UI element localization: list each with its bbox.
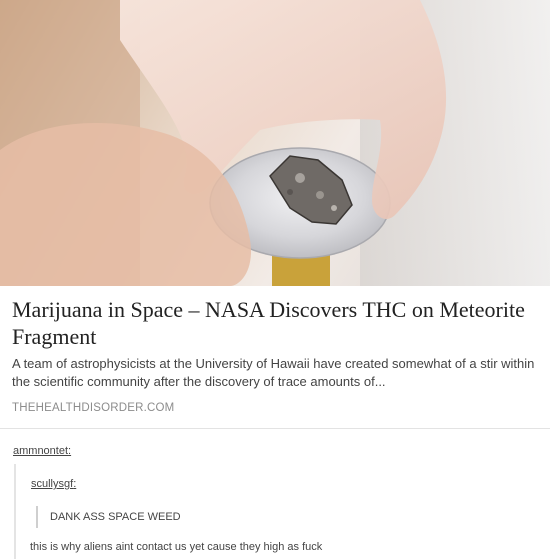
thread-indent-line (14, 464, 16, 559)
reblog-username[interactable]: scullysgf (31, 478, 73, 490)
reblog-user-link[interactable]: ammnontet: (13, 445, 71, 457)
link-card-description: A team of astrophysicists at the Univers… (12, 356, 535, 389)
reblog-username[interactable]: ammnontet (13, 445, 68, 457)
link-card-title[interactable]: Marijuana in Space – NASA Discovers THC … (12, 296, 532, 350)
quote-bar (36, 506, 38, 528)
reblog-user-link[interactable]: scullysgf: (31, 478, 76, 490)
quoted-comment: DANK ASS SPACE WEED (50, 511, 181, 523)
link-card[interactable]: Marijuana in Space – NASA Discovers THC … (0, 0, 550, 429)
meteorite-photo (0, 0, 550, 286)
reblog-comment: this is why aliens aint contact us yet c… (30, 541, 323, 553)
link-card-image[interactable] (0, 0, 550, 286)
link-card-source[interactable]: THEHEALTHDISORDER.COM (12, 402, 174, 414)
